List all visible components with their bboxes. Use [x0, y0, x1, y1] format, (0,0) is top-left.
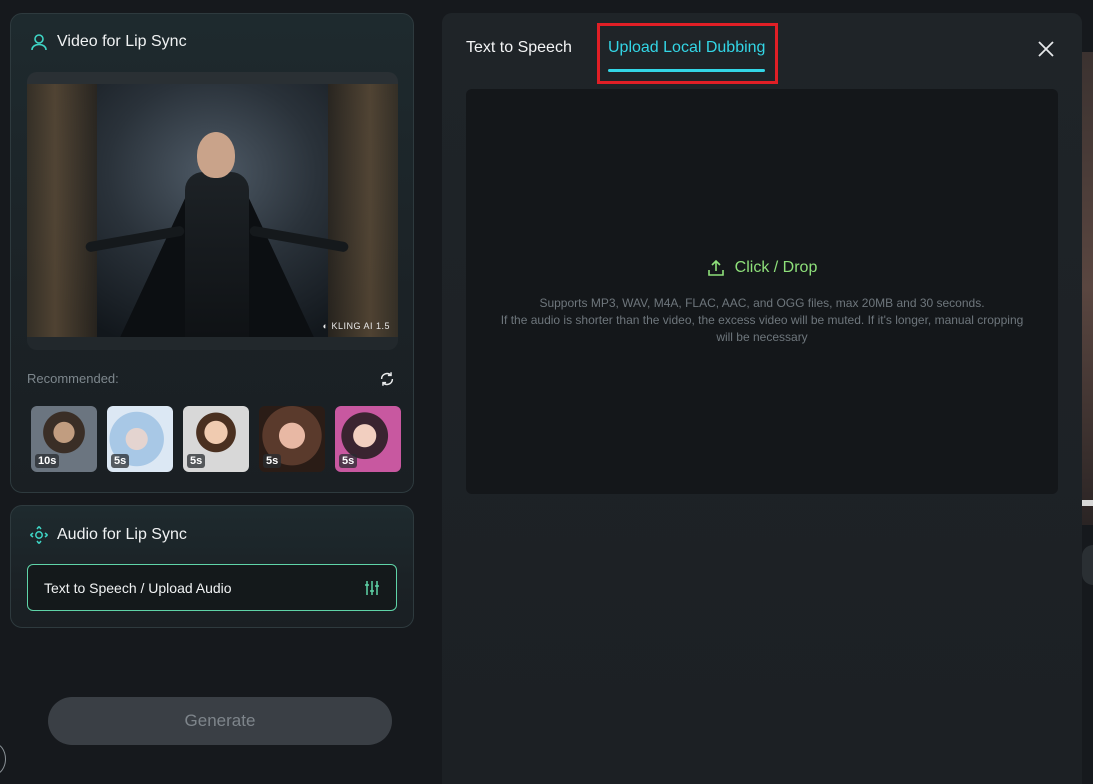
recommended-thumbnail[interactable]: 10s: [31, 406, 97, 472]
watermark-text: KLING AI 1.5: [331, 321, 390, 331]
audio-card-header: Audio for Lip Sync: [29, 525, 187, 545]
upload-info-line-1: Supports MP3, WAV, M4A, FLAC, AAC, and O…: [539, 296, 985, 310]
refresh-icon[interactable]: [377, 369, 397, 389]
video-card-header: Video for Lip Sync: [29, 32, 187, 52]
sliders-icon[interactable]: [364, 580, 380, 596]
tab-text-to-speech[interactable]: Text to Speech: [466, 39, 572, 57]
close-icon[interactable]: [1036, 39, 1056, 59]
recommended-label: Recommended:: [27, 371, 119, 386]
audio-for-lip-sync-card: Audio for Lip Sync Text to Speech / Uplo…: [10, 505, 414, 628]
video-thumbnail: ◐ KLING AI 1.5: [27, 84, 398, 337]
audio-source-field[interactable]: Text to Speech / Upload Audio: [27, 564, 397, 611]
duration-badge: 5s: [339, 454, 358, 468]
upload-cta-label: Click / Drop: [734, 259, 818, 276]
recommended-thumbnails: 10s 5s 5s 5s 5s: [31, 406, 401, 472]
audio-card-title: Audio for Lip Sync: [57, 526, 187, 543]
generate-button[interactable]: Generate: [48, 697, 392, 745]
duration-badge: 5s: [111, 454, 130, 468]
recommended-thumbnail[interactable]: 5s: [107, 406, 173, 472]
app-root: Video for Lip Sync ◐ KLING AI 1.5 Recomm…: [0, 0, 1093, 784]
highlight-box: [597, 23, 778, 84]
background-control-edge: [1082, 545, 1093, 585]
audio-source-label: Text to Speech / Upload Audio: [44, 579, 232, 596]
upload-cta[interactable]: Click / Drop: [466, 259, 1058, 277]
upload-requirements: Supports MP3, WAV, M4A, FLAC, AAC, and O…: [496, 295, 1028, 346]
recommended-thumbnail[interactable]: 5s: [183, 406, 249, 472]
audio-target-icon: [30, 526, 48, 544]
video-preview[interactable]: ◐ KLING AI 1.5: [27, 72, 398, 350]
duration-badge: 5s: [263, 454, 282, 468]
corner-circle-icon[interactable]: [0, 743, 6, 775]
recommended-thumbnail[interactable]: 5s: [335, 406, 401, 472]
audio-panel: Text to Speech Upload Local Dubbing Clic…: [442, 13, 1082, 784]
person-icon: [31, 34, 47, 51]
kling-watermark: ◐ KLING AI 1.5: [323, 321, 390, 331]
background-preview-edge: [1082, 52, 1093, 525]
video-for-lip-sync-card: Video for Lip Sync ◐ KLING AI 1.5 Recomm…: [10, 13, 414, 493]
audio-upload-dropzone[interactable]: Click / Drop Supports MP3, WAV, M4A, FLA…: [466, 89, 1058, 494]
duration-badge: 5s: [187, 454, 206, 468]
video-card-title: Video for Lip Sync: [57, 33, 187, 50]
background-preview-bar: [1082, 500, 1093, 506]
duration-badge: 10s: [35, 454, 60, 468]
upload-icon: [707, 259, 724, 276]
upload-info-line-2: If the audio is shorter than the video, …: [500, 313, 1024, 344]
recommended-thumbnail[interactable]: 5s: [259, 406, 325, 472]
kling-logo-icon: ◐: [322, 321, 329, 331]
